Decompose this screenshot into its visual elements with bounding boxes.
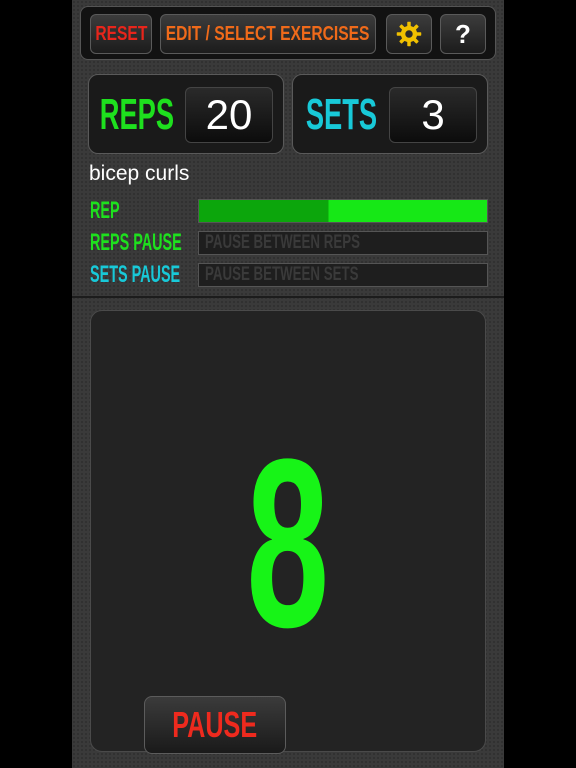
reset-label: RESET xyxy=(94,22,148,45)
gear-icon xyxy=(396,21,422,47)
sets-pause-label: SETS PAUSE xyxy=(90,261,181,288)
reps-pause-bar: PAUSE BETWEEN REPS xyxy=(198,231,488,255)
reps-pause-text: PAUSE BETWEEN REPS xyxy=(205,232,360,253)
reps-pause-row: REPS PAUSE PAUSE BETWEEN REPS xyxy=(90,229,488,256)
reps-value[interactable]: 20 xyxy=(185,87,273,143)
rep-progress-bar xyxy=(198,199,488,223)
rep-progress-row: REP xyxy=(90,197,488,224)
settings-button[interactable] xyxy=(386,14,432,54)
top-toolbar: RESET EDIT / SELECT EXERCISES ? xyxy=(80,6,496,60)
pause-button[interactable]: PAUSE xyxy=(144,696,286,754)
section-divider xyxy=(72,296,504,298)
counter-display-panel: 8 xyxy=(90,310,486,752)
sets-pause-bar: PAUSE BETWEEN SETS xyxy=(198,263,488,287)
reps-pause-label: REPS PAUSE xyxy=(90,229,182,256)
app-screen: RESET EDIT / SELECT EXERCISES ? REPS 20 … xyxy=(72,0,504,768)
edit-label: EDIT / SELECT EXERCISES xyxy=(166,22,370,45)
help-label: ? xyxy=(455,18,471,49)
help-button[interactable]: ? xyxy=(440,14,486,54)
exercise-name: bicep curls xyxy=(89,162,190,185)
sets-counter: SETS 3 xyxy=(292,74,488,154)
rep-progress-label: REP xyxy=(90,197,120,224)
reset-button[interactable]: RESET xyxy=(90,14,152,54)
edit-select-exercises-button[interactable]: EDIT / SELECT EXERCISES xyxy=(160,14,376,54)
rep-progress-fill xyxy=(199,200,487,222)
pause-label: PAUSE xyxy=(172,704,258,745)
reps-counter: REPS 20 xyxy=(88,74,284,154)
sets-pause-row: SETS PAUSE PAUSE BETWEEN SETS xyxy=(90,261,488,288)
current-rep-count: 8 xyxy=(246,409,330,677)
sets-pause-text: PAUSE BETWEEN SETS xyxy=(205,264,359,285)
sets-label: SETS xyxy=(305,90,377,139)
reps-label: REPS xyxy=(99,90,175,139)
sets-value[interactable]: 3 xyxy=(389,87,477,143)
